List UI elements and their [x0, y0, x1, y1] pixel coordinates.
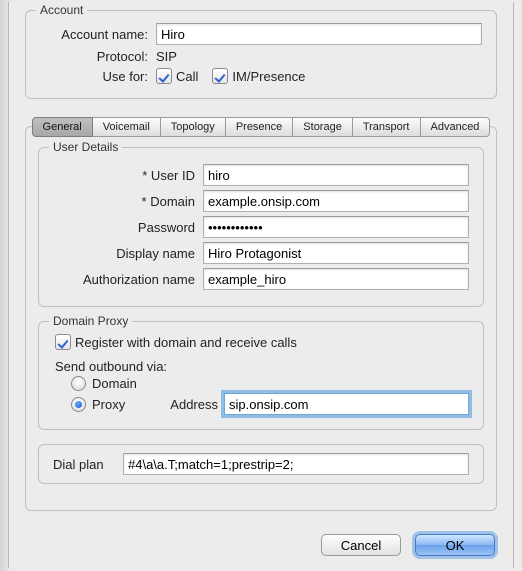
account-group: Account Account name: Protocol: SIP Use … [25, 10, 497, 99]
tab-advanced[interactable]: Advanced [421, 117, 491, 137]
cancel-button[interactable]: Cancel [321, 534, 401, 556]
account-name-input[interactable] [156, 23, 482, 45]
register-label: Register with domain and receive calls [75, 335, 297, 350]
user-id-label: * User ID [53, 168, 203, 183]
outbound-proxy-radio[interactable]: Proxy Address [71, 393, 469, 415]
checkbox-icon [156, 68, 172, 84]
dial-plan-group: Dial plan [38, 444, 484, 484]
outbound-proxy-label: Proxy [92, 397, 162, 412]
domain-label: * Domain [53, 194, 203, 209]
use-for-call-label: Call [176, 69, 198, 84]
display-name-label: Display name [53, 246, 203, 261]
proxy-address-label: Address [162, 397, 224, 412]
use-for-label: Use for: [40, 69, 156, 84]
user-id-input[interactable] [203, 164, 469, 186]
checkbox-icon [55, 334, 71, 350]
proxy-address-input[interactable] [224, 393, 469, 415]
display-name-input[interactable] [203, 242, 469, 264]
radio-icon [71, 376, 86, 391]
outbound-domain-radio[interactable]: Domain [71, 376, 469, 391]
dial-plan-input[interactable] [123, 453, 469, 475]
send-outbound-label: Send outbound via: [55, 359, 469, 374]
checkbox-icon [212, 68, 228, 84]
use-for-call-checkbox[interactable]: Call [156, 68, 198, 84]
tab-bar: General Voicemail Topology Presence Stor… [25, 117, 497, 137]
tab-container: General Voicemail Topology Presence Stor… [25, 117, 497, 511]
use-for-im-checkbox[interactable]: IM/Presence [212, 68, 305, 84]
outbound-domain-label: Domain [92, 376, 137, 391]
tab-storage[interactable]: Storage [293, 117, 353, 137]
tab-voicemail[interactable]: Voicemail [93, 117, 161, 137]
domain-proxy-group: Domain Proxy Register with domain and re… [38, 321, 484, 430]
domain-input[interactable] [203, 190, 469, 212]
tab-transport[interactable]: Transport [353, 117, 421, 137]
protocol-label: Protocol: [40, 49, 156, 64]
user-details-group: User Details * User ID * Domain Password… [38, 147, 484, 307]
tab-general[interactable]: General [32, 117, 93, 137]
auth-name-input[interactable] [203, 268, 469, 290]
user-details-legend: User Details [49, 140, 122, 154]
protocol-value: SIP [156, 49, 177, 64]
register-checkbox[interactable]: Register with domain and receive calls [55, 334, 297, 350]
radio-icon [71, 397, 86, 412]
tab-topology[interactable]: Topology [161, 117, 226, 137]
account-legend: Account [36, 3, 87, 17]
password-label: Password [53, 220, 203, 235]
dial-plan-label: Dial plan [53, 457, 123, 472]
auth-name-label: Authorization name [53, 272, 203, 287]
tab-presence[interactable]: Presence [226, 117, 293, 137]
domain-proxy-legend: Domain Proxy [49, 314, 132, 328]
dialog-buttons: Cancel OK [321, 534, 495, 556]
ok-button[interactable]: OK [415, 534, 495, 556]
account-settings-dialog: Account Account name: Protocol: SIP Use … [8, 2, 514, 568]
password-input[interactable] [203, 216, 469, 238]
use-for-im-label: IM/Presence [232, 69, 305, 84]
account-name-label: Account name: [40, 27, 156, 42]
tab-body-general: User Details * User ID * Domain Password… [25, 126, 497, 511]
